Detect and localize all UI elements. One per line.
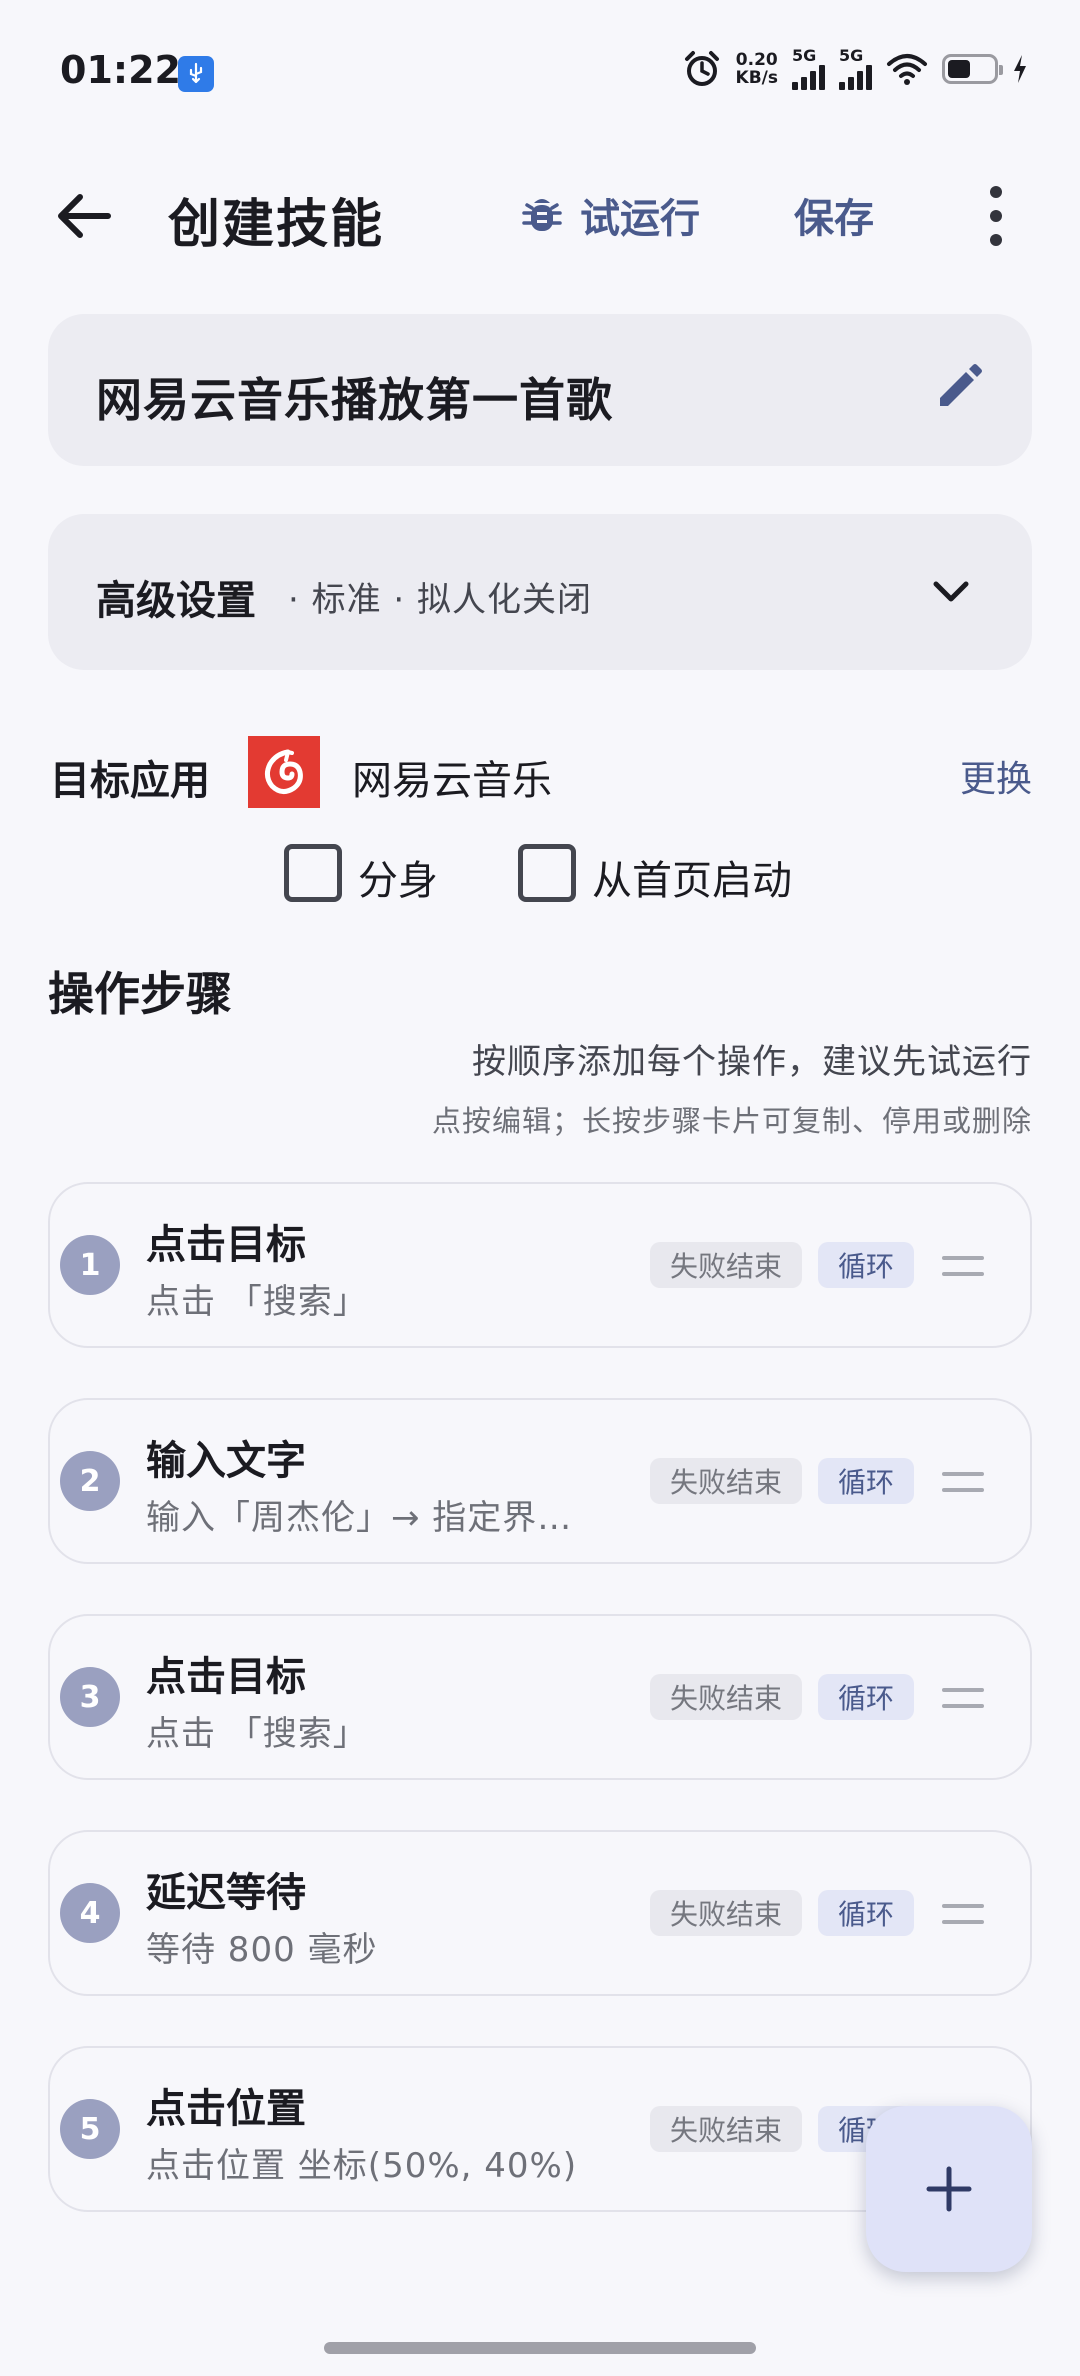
drag-handle-icon[interactable] [942,1904,984,1924]
step-description: 点击 「搜索」 [146,1282,368,1322]
fail-end-chip[interactable]: 失败结束 [650,2106,803,2152]
status-icons: 0.20 KB/s 5G 5G [682,48,1028,90]
battery-icon [942,54,1003,84]
loop-chip[interactable]: 循环 [818,1674,915,1720]
bug-icon [522,199,562,231]
status-time: 01:22 [60,48,181,92]
fail-end-chip[interactable]: 失败结束 [650,1890,803,1936]
arrow-back-icon [58,194,111,238]
step-card[interactable]: 1 点击目标 点击 「搜索」 失败结束 循环 [48,1182,1032,1348]
skill-name: 网易云音乐播放第一首歌 [96,373,613,427]
page-title: 创建技能 [168,195,385,255]
fail-end-chip[interactable]: 失败结束 [650,1242,803,1288]
trial-run-label: 试运行 [580,196,700,242]
step-description: 输入「周杰伦」→ 指定界… [146,1498,573,1538]
skill-name-card[interactable]: 网易云音乐播放第一首歌 [48,314,1032,466]
steps-hint: 按顺序添加每个操作，建议先试运行 [472,1042,1032,1082]
step-card[interactable]: 3 点击目标 点击 「搜索」 失败结束 循环 [48,1614,1032,1780]
fail-end-chip[interactable]: 失败结束 [650,1458,803,1504]
signal-icon: 5G [792,48,825,90]
step-title: 输入文字 [146,1438,306,1484]
usb-icon [178,56,214,92]
advanced-settings-summary: · 标准 · 拟人化关闭 [288,580,593,620]
step-title: 点击目标 [146,1654,306,1700]
step-number-badge: 1 [60,1235,120,1295]
alarm-icon [684,51,719,86]
home-indicator[interactable] [324,2342,756,2354]
advanced-settings-title: 高级设置 [96,578,256,624]
step-number-badge: 4 [60,1883,120,1943]
step-title: 点击目标 [146,1222,306,1268]
edit-pencil-icon[interactable] [932,362,984,414]
drag-handle-icon[interactable] [942,1688,984,1708]
clone-checkbox[interactable] [284,844,342,902]
change-app-button[interactable]: 更换 [960,750,1032,802]
trial-run-button[interactable]: 试运行 [522,186,700,244]
charging-icon [1014,55,1026,83]
step-title: 延迟等待 [146,1870,306,1916]
signal-icon: 5G [839,48,872,90]
net-speed-value: 0.20 [735,50,778,70]
loop-chip[interactable]: 循环 [818,1890,915,1936]
more-options-button[interactable] [972,186,1020,246]
launch-from-home-label[interactable]: 从首页启动 [592,848,792,906]
step-card[interactable]: 4 延迟等待 等待 800 毫秒 失败结束 循环 [48,1830,1032,1996]
fail-end-chip[interactable]: 失败结束 [650,1674,803,1720]
steps-section-title: 操作步骤 [48,967,232,1021]
more-vert-icon [990,186,1002,198]
drag-handle-icon[interactable] [942,1256,984,1276]
target-app-name: 网易云音乐 [352,758,552,804]
loop-chip[interactable]: 循环 [818,1242,915,1288]
step-card[interactable]: 2 输入文字 输入「周杰伦」→ 指定界… 失败结束 循环 [48,1398,1032,1564]
clone-checkbox-label[interactable]: 分身 [358,848,438,906]
step-title: 点击位置 [146,2086,306,2132]
step-description: 点击位置 坐标(50%, 40%) [146,2146,578,2186]
save-button[interactable]: 保存 [794,186,874,244]
back-button[interactable] [52,184,116,248]
step-description: 点击 「搜索」 [146,1714,368,1754]
advanced-settings-card[interactable]: 高级设置 · 标准 · 拟人化关闭 [48,514,1032,670]
signal1-label: 5G [792,46,817,65]
add-step-button[interactable] [866,2106,1032,2272]
steps-subhint: 点按编辑；长按步骤卡片可复制、停用或删除 [431,1104,1032,1138]
chevron-down-icon [933,581,969,602]
netease-music-app-icon [248,736,320,808]
net-speed: 0.20 KB/s [736,51,778,87]
step-number-badge: 5 [60,2099,120,2159]
target-app-label: 目标应用 [50,758,210,804]
step-number-badge: 3 [60,1667,120,1727]
net-speed-unit: KB/s [735,68,778,88]
drag-handle-icon[interactable] [942,1472,984,1492]
launch-from-home-checkbox[interactable] [518,844,576,902]
step-number-badge: 2 [60,1451,120,1511]
signal2-label: 5G [839,46,864,65]
loop-chip[interactable]: 循环 [818,1458,915,1504]
step-description: 等待 800 毫秒 [146,1930,378,1970]
wifi-icon [887,54,927,85]
plus-icon [926,2166,972,2212]
